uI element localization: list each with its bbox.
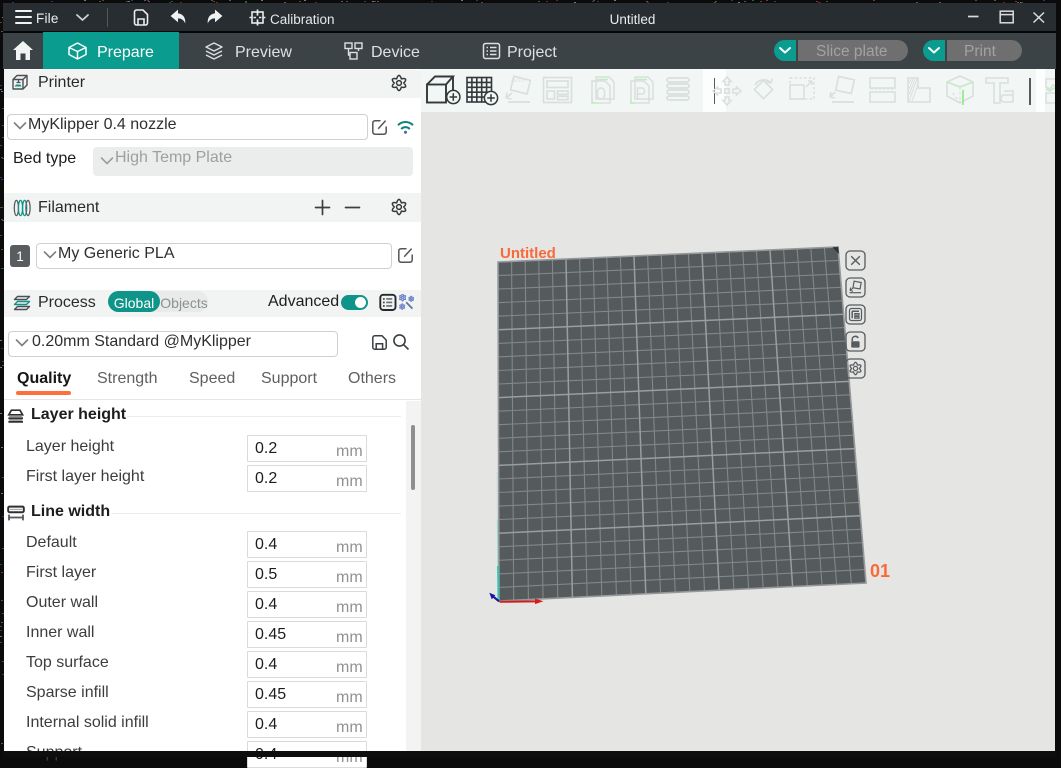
svg-text:AUTO: AUTO	[511, 78, 525, 84]
